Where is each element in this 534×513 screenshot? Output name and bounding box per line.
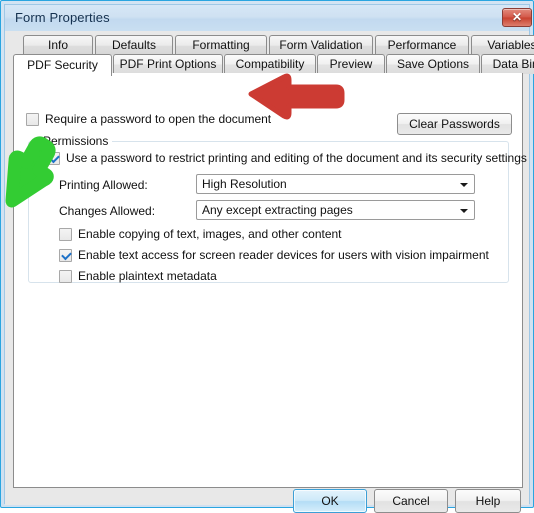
tab-performance[interactable]: Performance: [375, 35, 469, 55]
tab-data-binding[interactable]: Data Binding: [481, 54, 534, 74]
enable-copying-label: Enable copying of text, images, and othe…: [78, 227, 342, 241]
tab-info[interactable]: Info: [23, 35, 93, 55]
tab-row-top: Info Defaults Formatting Form Validation…: [13, 35, 534, 55]
dialog-footer: OK Cancel Help: [5, 489, 529, 513]
enable-copying-checkbox-row[interactable]: Enable copying of text, images, and othe…: [59, 228, 342, 241]
tab-pdf-print-options[interactable]: PDF Print Options: [113, 54, 223, 74]
tab-defaults[interactable]: Defaults: [95, 35, 173, 55]
tab-row-bottom: PDF Security PDF Print Options Compatibi…: [13, 54, 534, 76]
clear-passwords-button[interactable]: Clear Passwords: [397, 113, 512, 135]
restrict-permissions-label: Use a password to restrict printing and …: [66, 151, 527, 165]
printing-allowed-label: Printing Allowed:: [59, 178, 148, 192]
require-password-checkbox-row[interactable]: Require a password to open the document: [26, 111, 271, 127]
window-title: Form Properties: [15, 10, 110, 25]
dialog-window: Form Properties ✕ Info Defaults Formatti…: [0, 0, 534, 513]
chevron-down-icon: [460, 183, 468, 187]
require-password-checkbox[interactable]: [26, 112, 39, 126]
close-button[interactable]: ✕: [502, 8, 532, 27]
restrict-permissions-checkbox[interactable]: [47, 152, 60, 165]
tab-formatting[interactable]: Formatting: [175, 35, 267, 55]
chevron-down-icon: [460, 209, 468, 213]
cancel-button[interactable]: Cancel: [374, 489, 448, 513]
printing-allowed-combobox[interactable]: High Resolution: [196, 174, 475, 194]
ok-button[interactable]: OK: [293, 489, 367, 513]
require-password-label: Require a password to open the document: [45, 111, 272, 126]
enable-screen-reader-label: Enable text access for screen reader dev…: [78, 248, 489, 262]
restrict-permissions-checkbox-row[interactable]: Use a password to restrict printing and …: [47, 152, 527, 165]
tab-variables[interactable]: Variables: [471, 35, 534, 55]
dialog-body: Info Defaults Formatting Form Validation…: [5, 31, 534, 513]
close-icon: ✕: [511, 10, 523, 24]
tab-page-pdf-security: Require a password to open the document …: [13, 72, 527, 488]
enable-plaintext-metadata-checkbox[interactable]: [59, 270, 72, 283]
enable-screen-reader-checkbox[interactable]: [59, 249, 72, 262]
changes-allowed-label: Changes Allowed:: [59, 204, 156, 218]
permissions-legend: Permissions: [39, 134, 113, 148]
enable-copying-checkbox[interactable]: [59, 228, 72, 241]
tab-preview[interactable]: Preview: [317, 54, 385, 74]
changes-allowed-value: Any except extracting pages: [202, 203, 353, 217]
permissions-group-box: Permissions Use a password to restrict p…: [28, 134, 527, 283]
enable-plaintext-metadata-label: Enable plaintext metadata: [78, 269, 217, 283]
help-button[interactable]: Help: [455, 489, 521, 513]
changes-allowed-combobox[interactable]: Any except extracting pages: [196, 200, 475, 220]
tab-pdf-security[interactable]: PDF Security: [13, 54, 112, 76]
title-bar[interactable]: Form Properties ✕: [5, 5, 532, 31]
enable-screen-reader-checkbox-row[interactable]: Enable text access for screen reader dev…: [59, 249, 489, 262]
tab-compatibility[interactable]: Compatibility: [224, 54, 316, 74]
tab-form-validation[interactable]: Form Validation: [269, 35, 373, 55]
tab-strip: Info Defaults Formatting Form Validation…: [13, 35, 534, 76]
printing-allowed-value: High Resolution: [202, 177, 287, 191]
tab-save-options[interactable]: Save Options: [386, 54, 480, 74]
enable-plaintext-metadata-checkbox-row[interactable]: Enable plaintext metadata: [59, 270, 217, 283]
